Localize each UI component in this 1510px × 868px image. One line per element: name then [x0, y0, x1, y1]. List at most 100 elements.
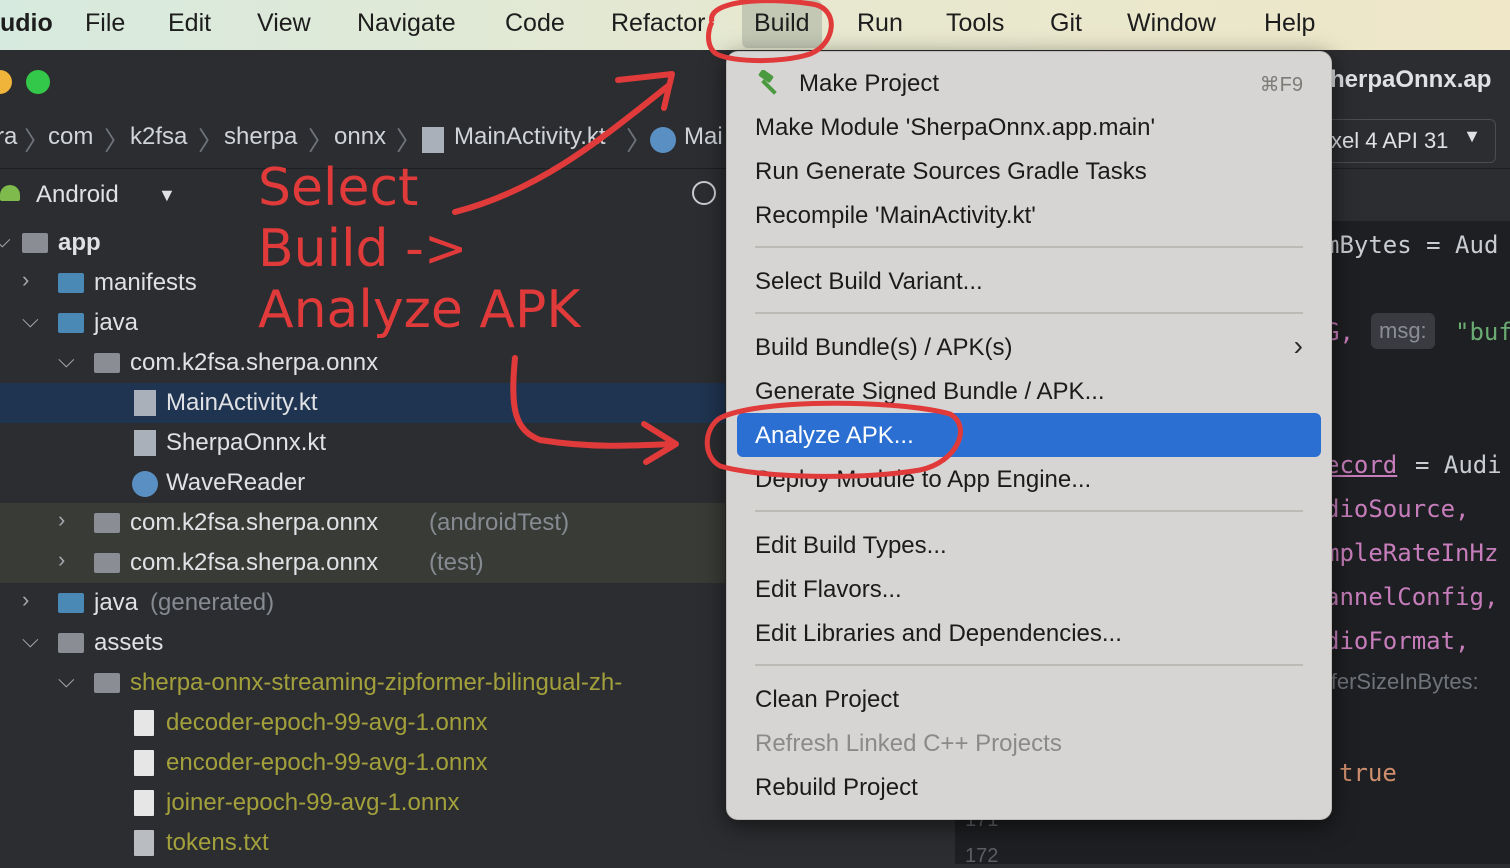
- chevron-down-icon[interactable]: ⌵: [22, 627, 39, 653]
- code-line: mBytes = Aud: [1325, 231, 1499, 259]
- tree-row-androidtest[interactable]: › com.k2fsa.sherpa.onnx (androidTest): [0, 503, 725, 543]
- make-project-shortcut: ⌘F9: [1259, 74, 1303, 96]
- chevron-right-icon: 〉: [396, 126, 423, 156]
- code-line: = Audi: [1415, 451, 1502, 479]
- chevron-down-icon[interactable]: ⌵: [0, 227, 11, 253]
- chevron-right-icon: 〉: [626, 126, 653, 156]
- tree-row-java-generated[interactable]: › java (generated): [0, 583, 725, 623]
- chevron-down-icon: ▼: [1463, 126, 1481, 146]
- menu-build[interactable]: Build: [742, 0, 822, 48]
- code-line: annelConfig,: [1325, 583, 1499, 611]
- generate-signed-item[interactable]: Generate Signed Bundle / APK...: [755, 378, 1105, 406]
- chevron-down-icon[interactable]: ▼: [158, 185, 176, 206]
- tree-row-sherpaonnx[interactable]: SherpaOnnx.kt: [0, 423, 725, 463]
- recompile-item[interactable]: Recompile 'MainActivity.kt': [755, 202, 1036, 230]
- tree-row-mainactivity[interactable]: MainActivity.kt: [0, 383, 725, 423]
- package-icon: [94, 553, 120, 573]
- menu-edit[interactable]: Edit: [168, 0, 211, 48]
- minimize-dot[interactable]: [0, 70, 12, 94]
- chevron-down-icon[interactable]: ⌵: [58, 667, 75, 693]
- tree-label: SherpaOnnx.kt: [166, 429, 327, 456]
- chevron-right-icon: 〉: [104, 126, 131, 156]
- menu-tools[interactable]: Tools: [946, 0, 1004, 48]
- project-view-label[interactable]: Android: [36, 181, 119, 209]
- menu-refactor[interactable]: Refactor: [611, 0, 705, 48]
- tree-row-package[interactable]: ⌵ com.k2fsa.sherpa.onnx: [0, 343, 725, 383]
- menu-git[interactable]: Git: [1050, 0, 1082, 48]
- file-icon: [134, 710, 154, 736]
- menu-divider: [755, 312, 1303, 314]
- tree-row-encoder[interactable]: encoder-epoch-99-avg-1.onnx: [0, 743, 725, 783]
- menu-code[interactable]: Code: [505, 0, 565, 48]
- tree-row-joiner[interactable]: joiner-epoch-99-avg-1.onnx: [0, 783, 725, 823]
- chevron-right-icon[interactable]: ›: [58, 507, 65, 533]
- menu-file[interactable]: File: [85, 0, 125, 48]
- tree-label: com.k2fsa.sherpa.onnx: [130, 349, 379, 376]
- code-line: dioSource,: [1325, 495, 1470, 523]
- breadcrumb-item[interactable]: ra: [0, 123, 17, 151]
- menu-help[interactable]: Help: [1264, 0, 1315, 48]
- zoom-dot[interactable]: [26, 70, 50, 94]
- tree-row-test[interactable]: › com.k2fsa.sherpa.onnx (test): [0, 543, 725, 583]
- chevron-down-icon[interactable]: ⌵: [22, 307, 39, 333]
- file-icon: [134, 790, 154, 816]
- app-menu[interactable]: udio: [0, 0, 53, 48]
- tree-label: joiner-epoch-99-avg-1.onnx: [166, 789, 460, 816]
- select-build-variant-item[interactable]: Select Build Variant...: [755, 268, 983, 296]
- chevron-down-icon[interactable]: ⌵: [58, 347, 75, 373]
- refresh-linked-item: Refresh Linked C++ Projects: [755, 730, 1062, 757]
- device-selector-label: xel 4 API 31: [1331, 128, 1449, 153]
- android-icon: [0, 185, 20, 201]
- device-selector[interactable]: xel 4 API 31 ▼: [1318, 119, 1496, 163]
- chevron-right-icon[interactable]: ›: [22, 267, 29, 293]
- kotlin-file-icon: [134, 390, 156, 416]
- menu-run[interactable]: Run: [857, 0, 903, 48]
- tree-row-wavereader[interactable]: WaveReader: [0, 463, 725, 503]
- menu-view[interactable]: View: [257, 0, 311, 48]
- chevron-right-icon[interactable]: ›: [58, 547, 65, 573]
- edit-build-types-item[interactable]: Edit Build Types...: [755, 532, 947, 560]
- edit-libraries-item[interactable]: Edit Libraries and Dependencies...: [755, 620, 1122, 648]
- breadcrumb-item[interactable]: k2fsa: [130, 123, 187, 151]
- tree-label-suffix: (generated): [150, 589, 275, 616]
- folder-icon: [94, 673, 120, 693]
- tree-label: MainActivity.kt: [166, 389, 318, 416]
- rebuild-project-item[interactable]: Rebuild Project: [755, 774, 918, 802]
- tree-label-suffix: (androidTest): [429, 509, 570, 536]
- kotlin-file-icon: [134, 430, 156, 456]
- editor-tab-title[interactable]: herpaOnnx.ap: [1330, 66, 1491, 94]
- tree-row-tokens[interactable]: tokens.txt: [0, 823, 725, 863]
- text-file-icon: [134, 830, 154, 856]
- code-line: "buf: [1455, 318, 1510, 346]
- edit-flavors-item[interactable]: Edit Flavors...: [755, 576, 902, 604]
- code-line: mpleRateInHz: [1325, 539, 1499, 567]
- parameter-hint: msg:: [1371, 313, 1435, 349]
- chevron-right-icon: 〉: [24, 126, 51, 156]
- tree-label: java: [94, 589, 139, 616]
- annotation-line: Select: [258, 158, 419, 218]
- tree-row-assets[interactable]: ⌵ assets: [0, 623, 725, 663]
- annotation-line: Build ->: [258, 219, 468, 279]
- deploy-module-item[interactable]: Deploy Module to App Engine...: [755, 466, 1091, 494]
- run-gradle-tasks-item[interactable]: Run Generate Sources Gradle Tasks: [755, 158, 1147, 186]
- locate-icon[interactable]: [692, 181, 716, 205]
- menu-divider: [755, 510, 1303, 512]
- chevron-right-icon[interactable]: ›: [22, 587, 29, 613]
- make-module-item[interactable]: Make Module 'SherpaOnnx.app.main': [755, 114, 1155, 142]
- breadcrumb-item[interactable]: MainActivity.kt: [454, 123, 606, 151]
- tree-label: sherpa-onnx-streaming-zipformer-bilingua…: [130, 669, 623, 696]
- breadcrumb-item[interactable]: Mai: [684, 123, 723, 151]
- menu-window[interactable]: Window: [1127, 0, 1216, 48]
- tree-row-decoder[interactable]: decoder-epoch-99-avg-1.onnx: [0, 703, 725, 743]
- make-project-item[interactable]: Make Project: [799, 70, 939, 98]
- tree-row-model-folder[interactable]: ⌵ sherpa-onnx-streaming-zipformer-biling…: [0, 663, 725, 703]
- breadcrumb-item[interactable]: onnx: [334, 123, 386, 151]
- breadcrumb-item[interactable]: sherpa: [224, 123, 297, 151]
- menu-navigate[interactable]: Navigate: [357, 0, 456, 48]
- analyze-apk-item[interactable]: Analyze APK...: [755, 422, 914, 450]
- breadcrumb-item[interactable]: com: [48, 123, 93, 151]
- tree-label: tokens.txt: [166, 829, 269, 856]
- clean-project-item[interactable]: Clean Project: [755, 686, 899, 714]
- build-bundle-item[interactable]: Build Bundle(s) / APK(s): [755, 334, 1012, 362]
- package-icon: [94, 353, 120, 373]
